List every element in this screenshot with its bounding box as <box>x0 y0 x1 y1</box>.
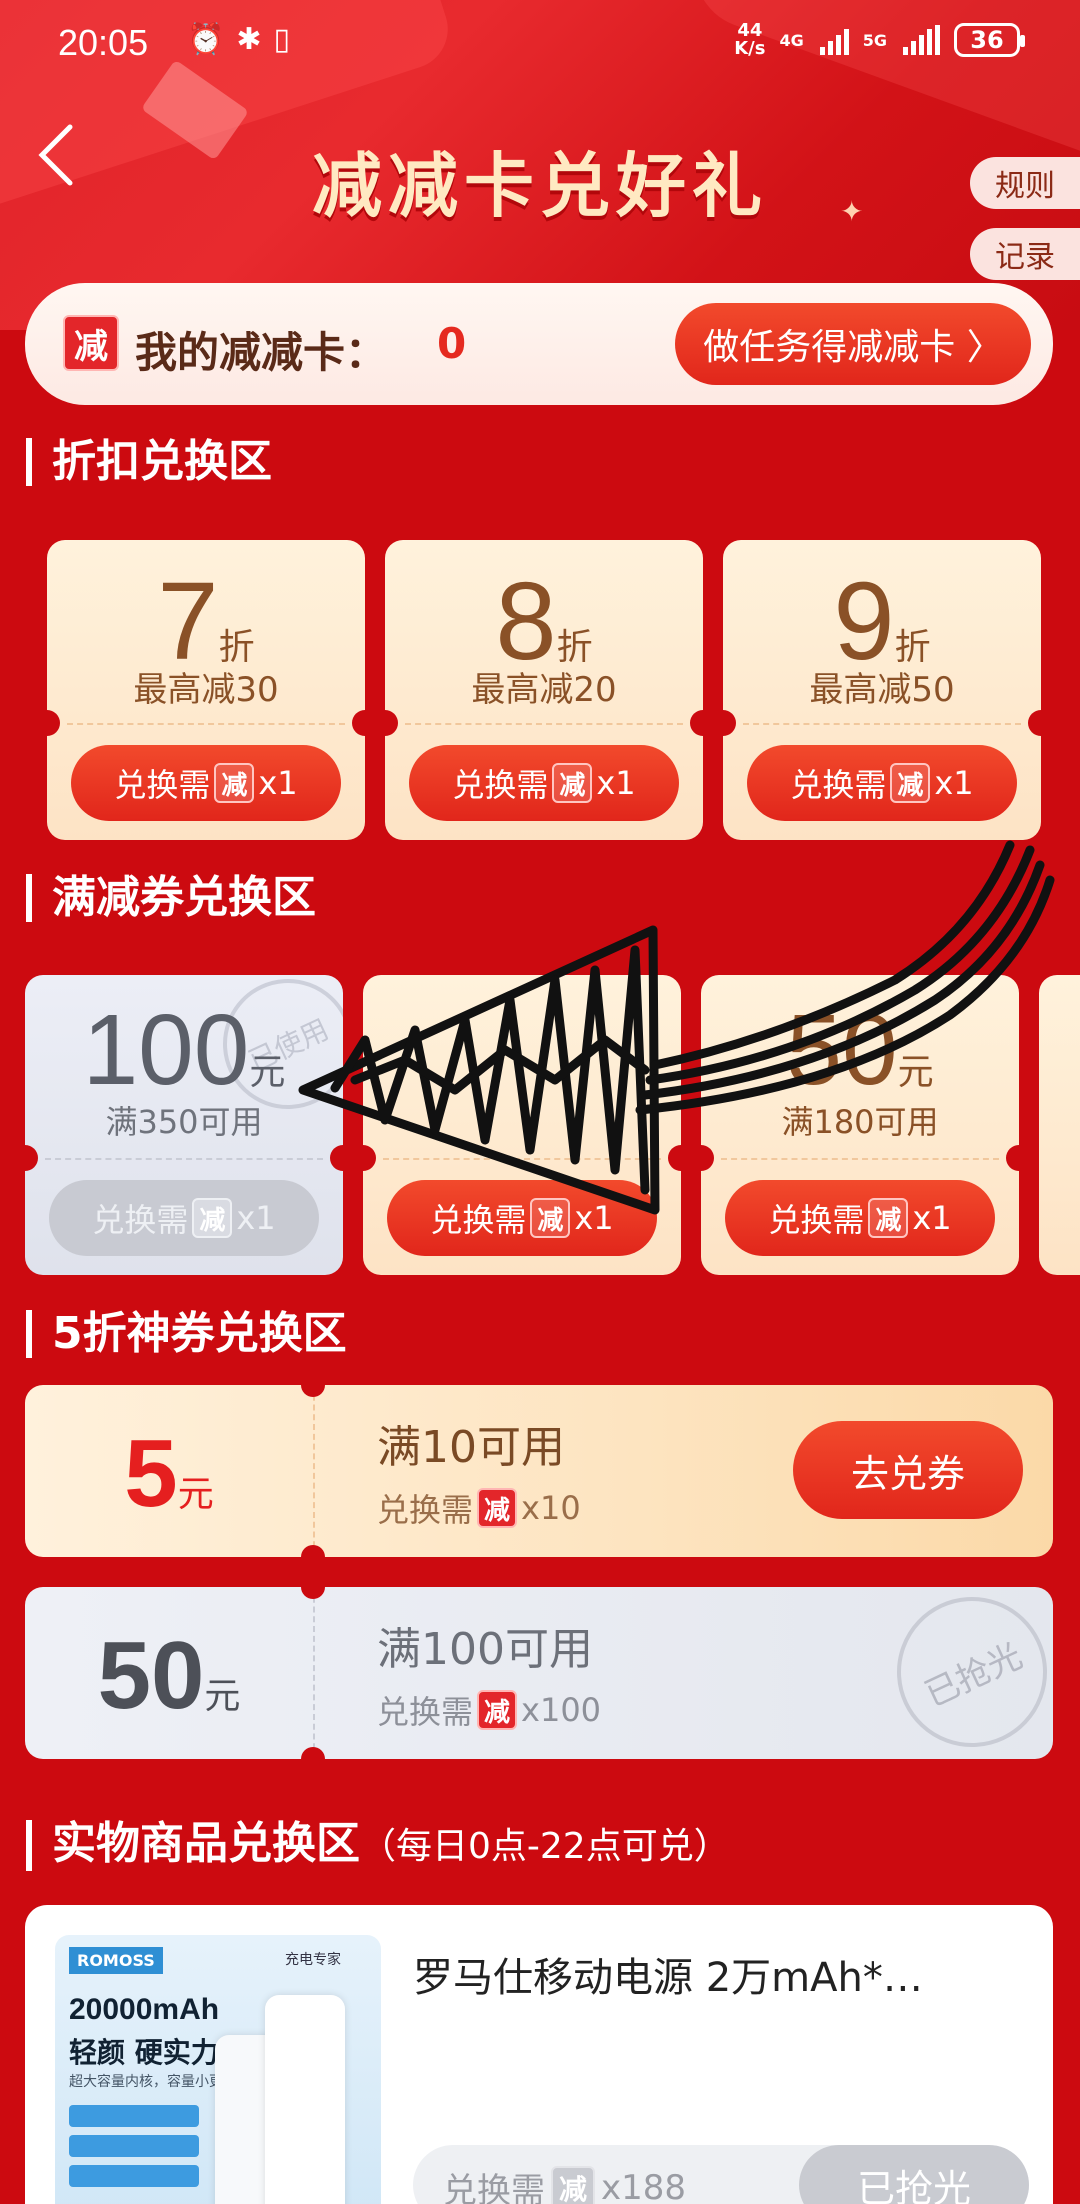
discount-card-7[interactable]: 7折 最高减30 兑换需减 x1 <box>47 540 365 840</box>
section-note: （每日0点-22点可兑） <box>360 1826 730 1867</box>
alarm-icon: ⏰ <box>187 22 225 57</box>
discount-desc: 最高减50 <box>809 670 955 710</box>
coupon-card-obscured[interactable]: 兑换需减 x1 <box>363 975 681 1275</box>
my-card-bar: 减 我的减减卡： 0 做任务得减减卡 〉 <box>25 283 1053 405</box>
do-task-button[interactable]: 做任务得减减卡 〉 <box>675 303 1031 385</box>
status-right: 44 K/s 4G 5G 36 <box>734 20 1025 59</box>
product-slogan: 轻颜 硬实力 <box>69 2036 219 2069</box>
page-title: 减减卡兑好礼 <box>312 145 768 227</box>
my-card-label: 我的减减卡： <box>135 328 388 377</box>
exchange-button-disabled[interactable]: 兑换需减 x1 <box>49 1180 319 1256</box>
sold-out-stamp: 已抢光 <box>872 1587 1053 1759</box>
jian-card-icon: 减 <box>868 1198 909 1238</box>
product-capacity: 20000mAh <box>69 1993 220 2026</box>
section-title-coupon: 满减券兑换区 <box>26 874 316 922</box>
power-bank-image <box>265 1995 345 2204</box>
bluetooth-icon: ✱ <box>236 22 262 57</box>
coupon-card-100[interactable]: 已使用 100元 满350可用 兑换需减 x1 <box>25 975 343 1275</box>
signal-icon-2 <box>903 25 940 55</box>
jian-card-icon: 减 <box>214 763 255 803</box>
status-time: 20:05 <box>58 22 149 63</box>
product-image[interactable]: ROMOSS 充电专家 20000mAh 轻颜 硬实力 超大容量内核，容量小更轻 <box>55 1935 381 2204</box>
exchange-button[interactable]: 兑换需减 x1 <box>71 745 341 821</box>
feature-tag <box>69 2105 199 2127</box>
discount-desc: 最高减30 <box>133 670 279 710</box>
half-coupon-requirement: 兑换需减 x100 <box>377 1690 602 1731</box>
sold-out-button[interactable]: 已抢光 <box>799 2145 1029 2204</box>
net-speed: 44 K/s <box>734 20 766 59</box>
product-requirement: 兑换需减 x188 <box>443 2163 686 2204</box>
jian-card-icon: 减 <box>63 315 119 371</box>
discount-desc: 最高减20 <box>471 670 617 710</box>
discount-card-9[interactable]: 9折 最高减50 兑换需减 x1 <box>723 540 1041 840</box>
sparkle-icon: ✦ <box>840 195 864 228</box>
product-subtitle: 超大容量内核，容量小更轻 <box>69 2074 237 2090</box>
rules-tab[interactable]: 规则 <box>970 157 1080 209</box>
jian-card-icon: 减 <box>477 1488 518 1528</box>
half-coupon-condition: 满10可用 <box>377 1422 565 1473</box>
product-exchange-bar: 兑换需减 x188 已抢光 <box>413 2145 1029 2204</box>
jian-card-icon: 减 <box>192 1198 233 1238</box>
product-badge: 充电专家 <box>285 1952 341 1968</box>
jian-card-icon: 减 <box>890 763 931 803</box>
jian-card-icon: 减 <box>552 763 593 803</box>
half-coupon-5[interactable]: 5元 满10可用 兑换需减 x10 去兑券 <box>25 1385 1053 1557</box>
signal-label-2: 5G <box>862 30 887 50</box>
brand-logo: ROMOSS <box>69 1947 163 1974</box>
jian-card-icon: 减 <box>551 2165 595 2204</box>
section-title-discount: 折扣兑换区 <box>26 438 272 486</box>
jian-card-icon: 减 <box>530 1198 571 1238</box>
section-title-half-price: 5折神券兑换区 <box>26 1310 347 1358</box>
status-icons: ⏰ ✱ ▯ <box>175 22 290 57</box>
section-title-product: 实物商品兑换区（每日0点-22点可兑） <box>26 1820 730 1871</box>
feature-tag <box>69 2165 199 2187</box>
exchange-button[interactable]: 兑换需减 x1 <box>409 745 679 821</box>
feature-tag <box>69 2135 199 2157</box>
discount-card-8[interactable]: 8折 最高减20 兑换需减 x1 <box>385 540 703 840</box>
exchange-button[interactable]: 兑换需减 x1 <box>387 1180 657 1256</box>
jian-card-icon: 减 <box>477 1690 518 1730</box>
signal-icon <box>819 25 849 55</box>
status-bar: 20:05 ⏰ ✱ ▯ 44 K/s 4G 5G 36 <box>0 0 1080 90</box>
my-card-count: 0 <box>437 319 467 368</box>
signal-label-1: 4G <box>779 30 804 50</box>
exchange-button[interactable]: 兑换需减 x1 <box>725 1180 995 1256</box>
half-coupon-condition: 满100可用 <box>377 1624 593 1675</box>
vibrate-icon: ▯ <box>273 22 291 57</box>
go-exchange-button[interactable]: 去兑券 <box>793 1421 1023 1519</box>
product-name[interactable]: 罗马仕移动电源 2万mAh*… <box>413 1945 1013 2003</box>
coupon-card-partial[interactable] <box>1039 975 1080 1275</box>
battery-icon: 36 <box>954 23 1025 57</box>
product-card[interactable]: ROMOSS 充电专家 20000mAh 轻颜 硬实力 超大容量内核，容量小更轻… <box>25 1905 1053 2204</box>
coupon-card-50[interactable]: 50元 满180可用 兑换需减 x1 <box>701 975 1019 1275</box>
half-coupon-requirement: 兑换需减 x10 <box>377 1488 581 1529</box>
coupon-condition: 满180可用 <box>781 1103 939 1141</box>
coupon-condition: 满350可用 <box>105 1103 263 1141</box>
record-tab[interactable]: 记录 <box>970 228 1080 280</box>
exchange-button[interactable]: 兑换需减 x1 <box>747 745 1017 821</box>
half-coupon-50[interactable]: 50元 满100可用 兑换需减 x100 已抢光 <box>25 1587 1053 1759</box>
